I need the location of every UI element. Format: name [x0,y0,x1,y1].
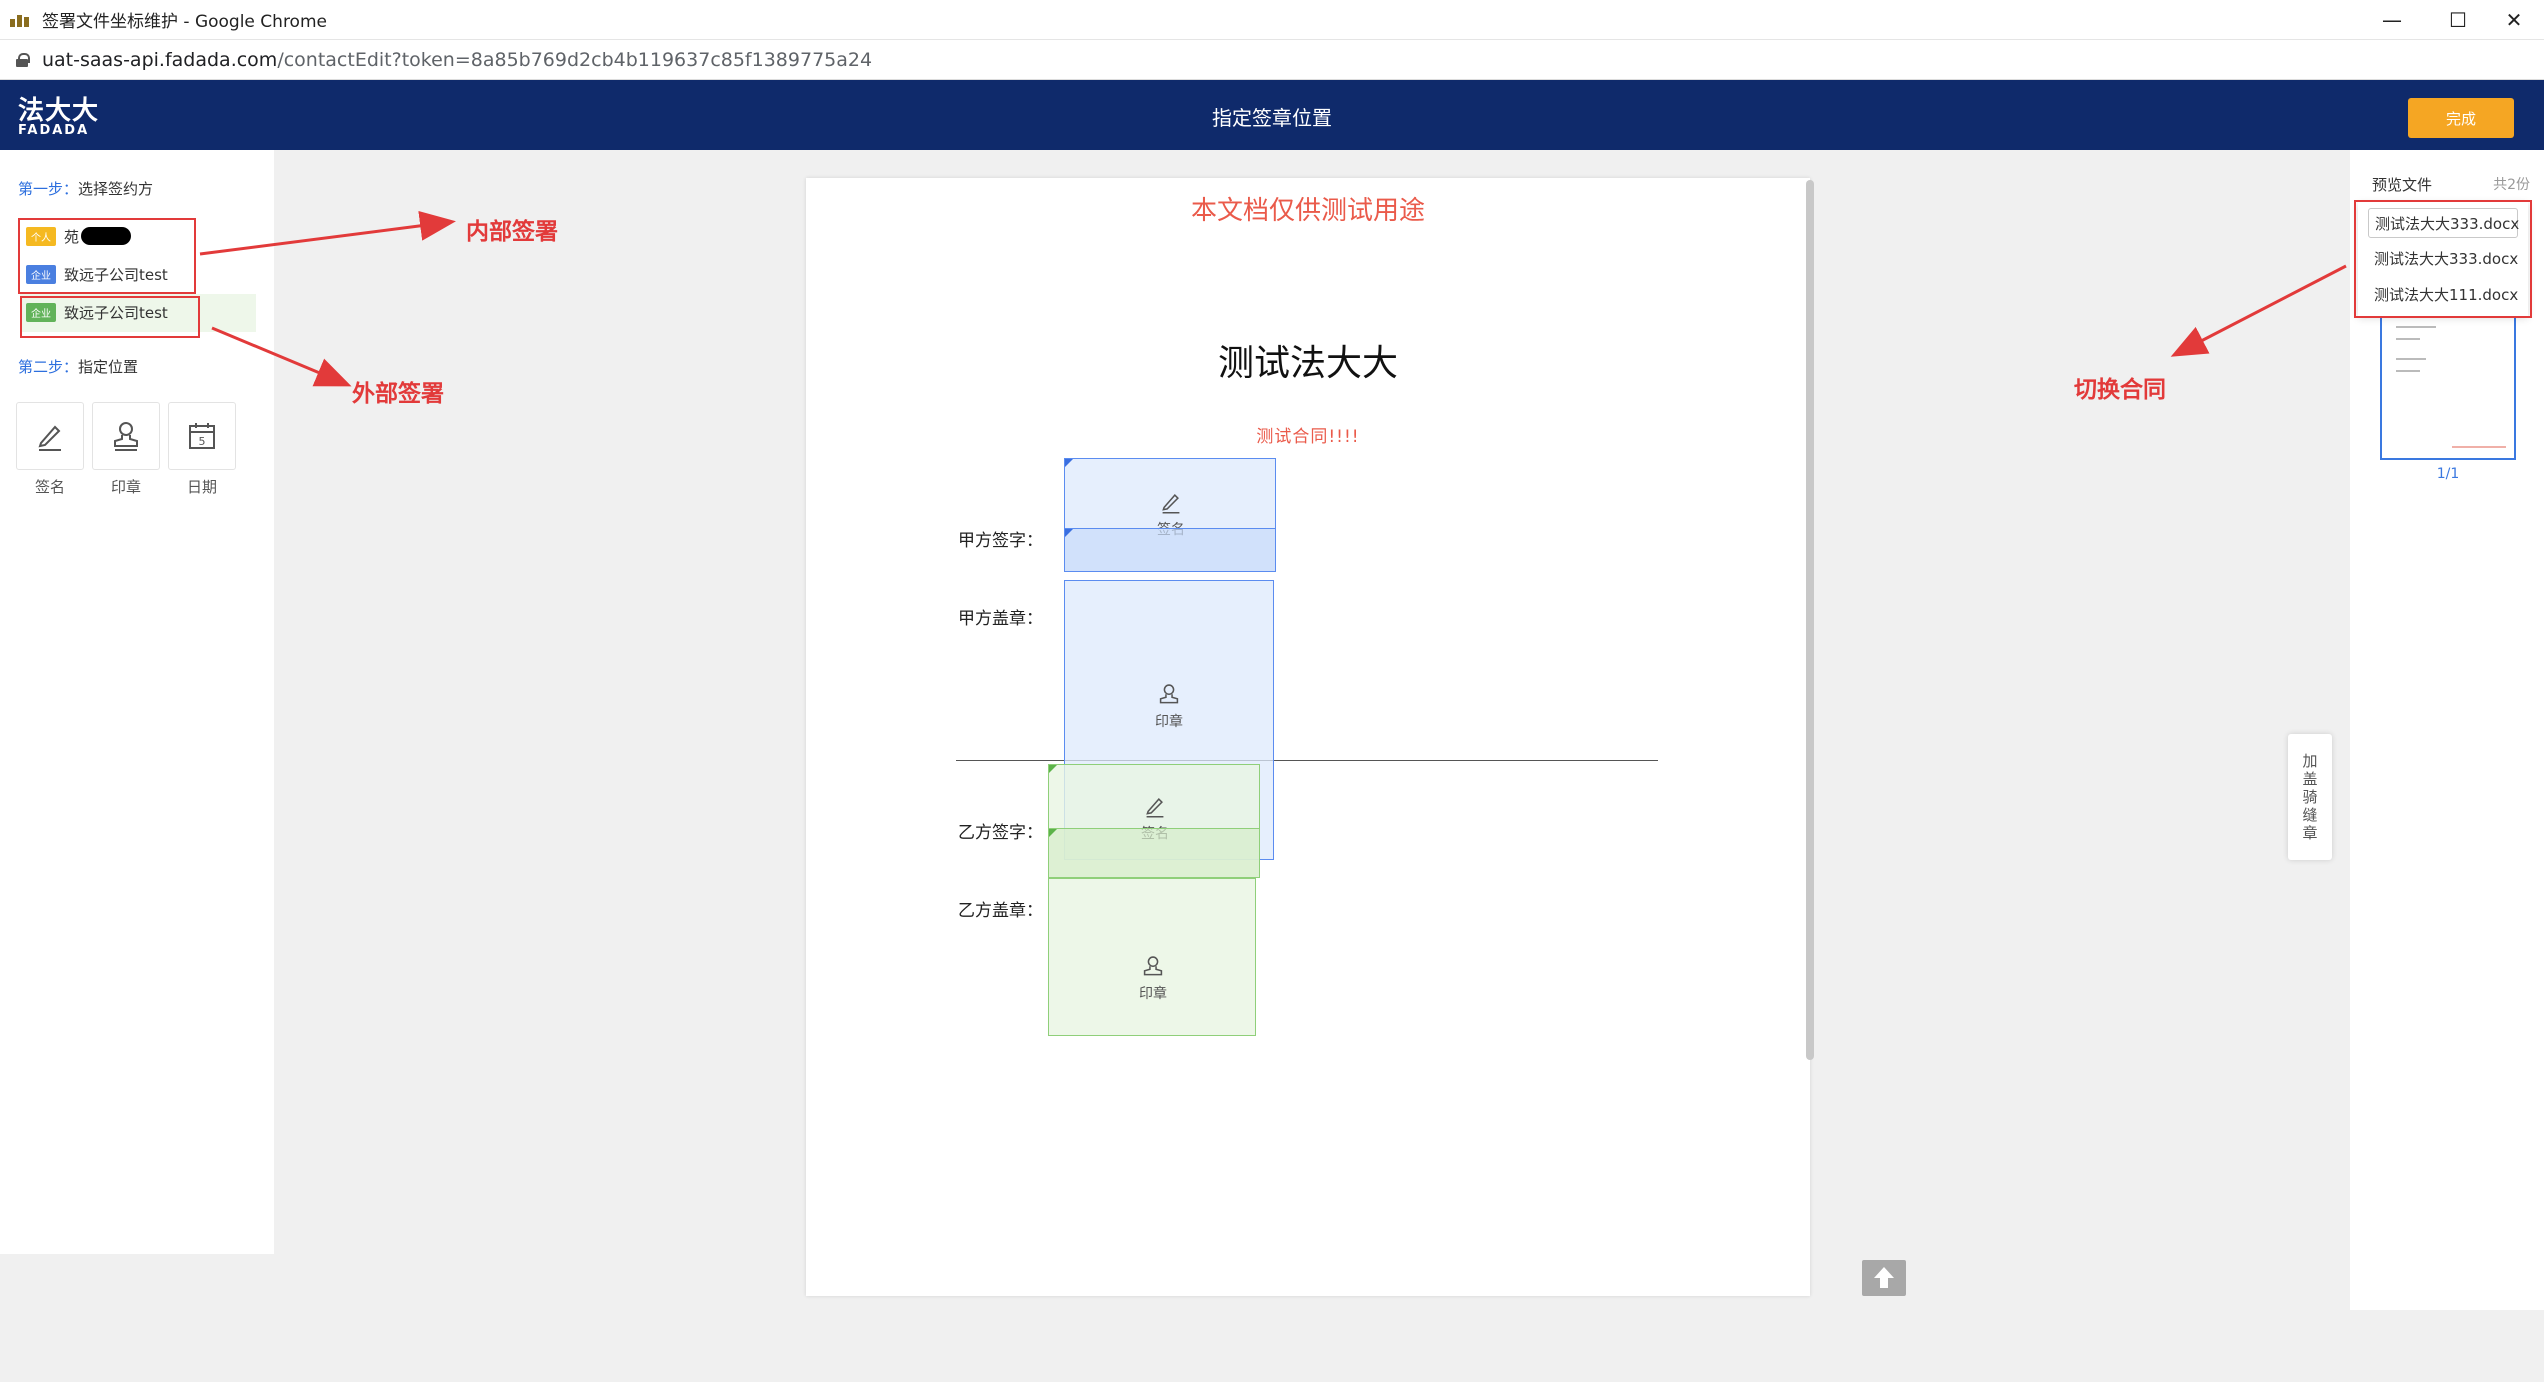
annotation-arrows [199,210,2347,387]
arrow-internal [199,210,456,256]
annotation-internal-label: 内部签署 [466,219,558,245]
annotation-external-label: 外部签署 [352,381,444,407]
arrow-switch [2170,264,2347,357]
annotation-switch-label: 切换合同 [2074,377,2166,403]
arrow-external [211,326,352,387]
